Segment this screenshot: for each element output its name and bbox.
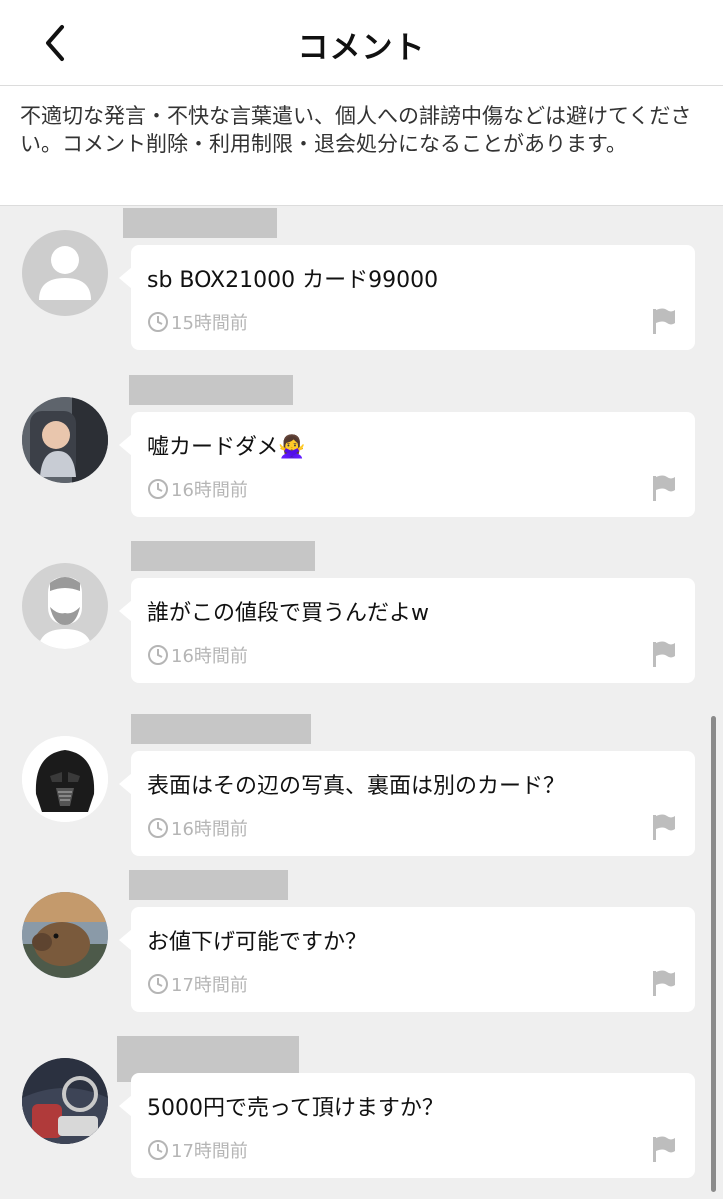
timestamp-label: 17時間前 <box>171 975 248 996</box>
flag-icon <box>653 475 675 501</box>
comment-text: 嘘カードダメ🙅‍♀️ <box>147 435 306 460</box>
comment-bubble: 嘘カードダメ🙅‍♀️ 16時間前 <box>119 412 695 517</box>
comment-timestamp: 17時間前 <box>147 971 248 997</box>
comment-timestamp: 17時間前 <box>147 1137 248 1163</box>
comment-text: お値下げ可能ですか？ <box>147 930 368 955</box>
bearded-man-avatar[interactable] <box>22 563 108 649</box>
report-flag-button[interactable] <box>651 474 677 506</box>
redacted-username <box>131 541 315 571</box>
comment-bubble: お値下げ可能ですか？ 17時間前 <box>119 907 695 1012</box>
redacted-username <box>129 870 288 900</box>
comment-timestamp: 16時間前 <box>147 642 248 668</box>
darth-vader-avatar[interactable] <box>22 736 108 822</box>
timestamp-label: 16時間前 <box>171 646 248 667</box>
flag-icon <box>653 814 675 840</box>
comment-timestamp: 16時間前 <box>147 815 248 841</box>
timestamp-label: 17時間前 <box>171 1141 248 1162</box>
redacted-username <box>131 714 311 744</box>
clock-icon <box>148 1140 168 1160</box>
report-flag-button[interactable] <box>651 1135 677 1167</box>
redacted-username <box>129 375 293 405</box>
flag-icon <box>653 641 675 667</box>
flag-icon <box>653 970 675 996</box>
comment-guideline-notice: 不適切な発言・不快な言葉遣い、個人への誹謗中傷などは避けてください。コメント削除… <box>0 86 723 206</box>
comment-text: 表面はその辺の写真、裏面は別のカード？ <box>147 774 566 799</box>
comment-bubble: 表面はその辺の写真、裏面は別のカード？ 16時間前 <box>119 751 695 856</box>
capybara-avatar[interactable] <box>22 892 108 978</box>
comment-item: sb BOX21000 カード99000 15時間前 <box>0 208 723 363</box>
comment-item: 表面はその辺の写真、裏面は別のカード？ 16時間前 <box>0 714 723 869</box>
scrollbar[interactable] <box>711 716 716 1192</box>
clock-icon <box>148 312 168 332</box>
clock-icon <box>148 479 168 499</box>
flag-icon <box>653 308 675 334</box>
comment-bubble: 誰がこの値段で買うんだよw 16時間前 <box>119 578 695 683</box>
report-flag-button[interactable] <box>651 969 677 1001</box>
comment-bubble: sb BOX21000 カード99000 15時間前 <box>119 245 695 350</box>
report-flag-button[interactable] <box>651 307 677 339</box>
notice-text: 不適切な発言・不快な言葉遣い、個人への誹謗中傷などは避けてください。コメント削除… <box>20 104 692 156</box>
car-interior-avatar[interactable] <box>22 1058 108 1144</box>
timestamp-label: 16時間前 <box>171 480 248 501</box>
redacted-username <box>123 208 277 238</box>
clock-icon <box>148 818 168 838</box>
comment-text: 誰がこの値段で買うんだよw <box>147 601 429 626</box>
report-flag-button[interactable] <box>651 813 677 845</box>
comment-item: 5000円で売って頂けますか？ 17時間前 <box>0 1036 723 1191</box>
report-flag-button[interactable] <box>651 640 677 672</box>
comment-bubble: 5000円で売って頂けますか？ 17時間前 <box>119 1073 695 1178</box>
clock-icon <box>148 645 168 665</box>
clock-icon <box>148 974 168 994</box>
comment-timestamp: 15時間前 <box>147 309 248 335</box>
comment-text: sb BOX21000 カード99000 <box>147 268 439 293</box>
timestamp-label: 15時間前 <box>171 313 248 334</box>
comment-item: 嘘カードダメ🙅‍♀️ 16時間前 <box>0 375 723 530</box>
comment-text: 5000円で売って頂けますか？ <box>147 1096 444 1121</box>
page-title: コメント <box>297 30 426 66</box>
timestamp-label: 16時間前 <box>171 819 248 840</box>
comment-item: 誰がこの値段で買うんだよw 16時間前 <box>0 541 723 696</box>
baby-photo-avatar[interactable] <box>22 397 108 483</box>
comment-item: お値下げ可能ですか？ 17時間前 <box>0 870 723 1025</box>
header: コメント <box>0 0 723 86</box>
flag-icon <box>653 1136 675 1162</box>
default-person-avatar[interactable] <box>22 230 108 316</box>
comment-timestamp: 16時間前 <box>147 476 248 502</box>
